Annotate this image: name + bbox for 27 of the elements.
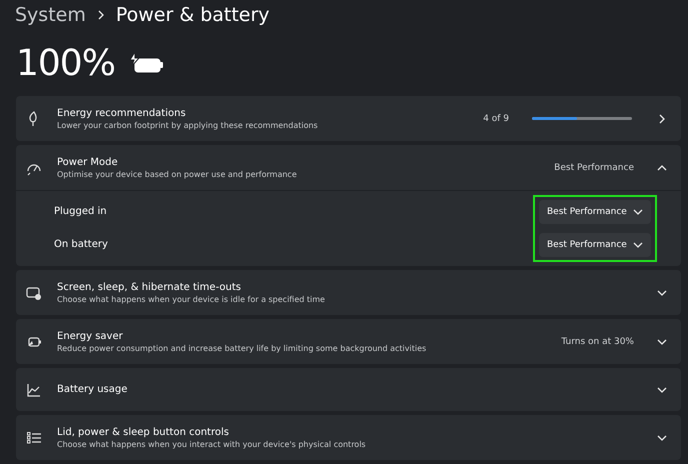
expander-header[interactable]: Screen, sleep, & hibernate time-outs Choose what happens when your device is idle for a specified time: [16, 270, 681, 315]
setting-title: Power Mode: [57, 156, 119, 168]
setting-description: Lower your carbon footprint by applying these recommendations: [57, 120, 319, 130]
settings-link[interactable]: Energy recommendations Lower your carbon footprint by applying these recommendations 4 of 9: [16, 96, 681, 141]
setting-title: Screen, sleep, & hibernate time-outs: [57, 282, 242, 292]
setting-value: Turns on at 30%: [561, 336, 634, 346]
expander-header[interactable]: Lid, power & sleep button controls Choose what happens when you interact with your device's physical controls: [16, 415, 681, 460]
setting-title: Battery usage: [57, 384, 128, 395]
option-label: On battery: [54, 238, 109, 252]
setting-description: Choose what happens when you interact with your device's physical controls: [57, 440, 367, 448]
page-title: Power & battery: [116, 4, 270, 26]
setting-description: Reduce power consumption and increase battery life by limiting some background activities: [57, 344, 428, 352]
expander-header[interactable]: Power Mode Optimise your device based on power use and performance Best Performance: [16, 145, 681, 190]
mode-dropdown[interactable]: Best Performance: [539, 200, 651, 224]
expander-header[interactable]: Battery usage: [16, 368, 681, 411]
mode-dropdown[interactable]: Best Performance: [539, 233, 651, 257]
expander-header[interactable]: Energy saver Reduce power consumption and increase battery life by limiting some background activities Turns on at 30%: [16, 319, 681, 364]
setting-title: Energy saver: [57, 330, 124, 342]
setting-value: Best Performance: [554, 162, 634, 172]
breadcrumb-parent[interactable]: System: [15, 4, 86, 26]
setting-value: 4 of 9: [483, 114, 509, 124]
setting-description: Choose what happens when your device is idle for a specified time: [57, 294, 326, 304]
option-label: Plugged in: [54, 205, 108, 219]
setting-description: Optimise your device based on power use and performance: [57, 170, 298, 178]
setting-title: Lid, power & sleep button controls: [57, 426, 230, 438]
battery-percentage: 100%: [16, 42, 115, 84]
setting-title: Energy recommendations: [57, 108, 187, 118]
